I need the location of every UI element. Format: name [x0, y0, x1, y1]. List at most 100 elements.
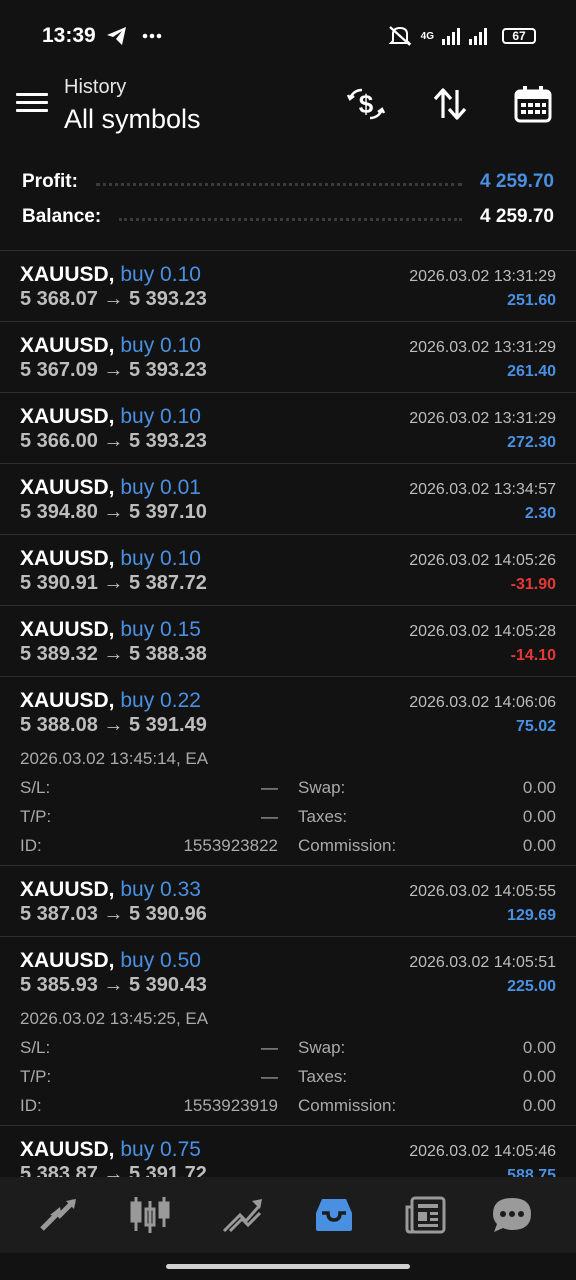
battery-icon: 67	[502, 28, 536, 44]
deal-profit: 2.30	[524, 505, 556, 522]
deal-title: XAUUSD, buy 0.33	[20, 878, 201, 902]
deal-row[interactable]: XAUUSD, buy 0.15 5 389.32 → 5 388.38 2026.…	[0, 605, 576, 676]
telegram-icon	[107, 27, 126, 45]
deal-title: XAUUSD, buy 0.75	[20, 1138, 201, 1162]
detail-value: 0.00	[522, 836, 556, 855]
deal-row[interactable]: XAUUSD, buy 0.10 5 366.00 → 5 393.23 2026.…	[0, 392, 576, 463]
detail-value: —	[261, 1038, 278, 1057]
detail-value: 0.00	[522, 778, 556, 797]
chart-candles-icon[interactable]	[128, 1195, 172, 1235]
deal-prices: 5 368.07 → 5 393.23	[20, 288, 207, 310]
deal-side: buy 0.50	[120, 949, 201, 972]
balance-value: 4 259.70	[480, 206, 554, 227]
calendar-icon[interactable]	[513, 84, 553, 124]
trade-icon[interactable]	[220, 1195, 264, 1235]
deal-symbol: XAUUSD,	[20, 949, 115, 972]
deal-prices: 5 390.91 → 5 387.72	[20, 572, 207, 594]
more-dots-icon	[142, 33, 162, 39]
deal-prices: 5 385.93 → 5 390.43	[20, 974, 207, 996]
signal-icon	[442, 28, 487, 45]
deal-time: 2026.03.02 13:31:29	[409, 339, 556, 356]
deal-side: buy 0.01	[120, 476, 201, 499]
deal-symbol: XAUUSD,	[20, 405, 115, 428]
deal-prices: 5 389.32 → 5 388.38	[20, 643, 207, 665]
menu-button[interactable]	[16, 90, 48, 118]
status-bar: 13:39 4G 67	[0, 0, 576, 70]
deal-time: 2026.03.02 14:06:06	[409, 694, 556, 711]
home-indicator[interactable]	[166, 1264, 410, 1269]
deal-row[interactable]: XAUUSD, buy 0.50 5 385.93 → 5 390.43 2026.…	[0, 936, 576, 1125]
deal-symbol: XAUUSD,	[20, 547, 115, 570]
muted-icon	[388, 26, 412, 46]
deal-profit: 251.60	[507, 292, 556, 309]
balance-row: Balance: 4 259.70	[22, 203, 554, 231]
deal-title: XAUUSD, buy 0.15	[20, 618, 201, 642]
deal-row[interactable]: XAUUSD, buy 0.10 5 368.07 → 5 393.23 2026.…	[0, 250, 576, 321]
deal-open-time: 2026.03.02 13:45:14, EA	[20, 749, 209, 768]
profit-value: 4 259.70	[480, 171, 554, 192]
profit-label: Profit:	[22, 171, 78, 192]
deal-title: XAUUSD, buy 0.01	[20, 476, 201, 500]
deal-details: 2026.03.02 13:45:25, EA S/L: — Swap: 0.00 T/P…	[20, 1009, 556, 1119]
deal-row[interactable]: XAUUSD, buy 0.33 5 387.03 → 5 390.96 2026.…	[0, 865, 576, 936]
deals-list: XAUUSD, buy 0.10 5 368.07 → 5 393.23 2026.…	[0, 250, 576, 1196]
detail-row-sl: S/L: — Swap: 0.00	[20, 778, 556, 800]
detail-value: —	[261, 1067, 278, 1086]
deal-prices: 5 388.08 → 5 391.49	[20, 714, 207, 736]
detail-value: 0.00	[522, 1038, 556, 1057]
detail-row-tp: T/P: — Taxes: 0.00	[20, 1067, 556, 1089]
deal-time: 2026.03.02 13:34:57	[409, 481, 556, 498]
deal-row[interactable]: XAUUSD, buy 0.01 5 394.80 → 5 397.10 2026.…	[0, 463, 576, 534]
detail-value: —	[261, 807, 278, 826]
deal-symbol: XAUUSD,	[20, 618, 115, 641]
deal-profit: 261.40	[507, 363, 556, 380]
currency-exchange-icon[interactable]: $	[346, 84, 386, 124]
detail-label: ID:	[20, 1096, 42, 1115]
deal-time: 2026.03.02 14:05:55	[409, 883, 556, 900]
deal-symbol: XAUUSD,	[20, 334, 115, 357]
deal-prices: 5 366.00 → 5 393.23	[20, 430, 207, 452]
chat-icon[interactable]	[490, 1195, 534, 1235]
detail-label: Swap:	[298, 778, 346, 797]
deal-profit: 129.69	[507, 907, 556, 924]
deal-prices: 5 394.80 → 5 397.10	[20, 501, 207, 523]
deal-time: 2026.03.02 14:05:51	[409, 954, 556, 971]
deal-time: 2026.03.02 14:05:26	[409, 552, 556, 569]
deal-side: buy 0.10	[120, 263, 201, 286]
detail-value: 0.00	[522, 1096, 556, 1115]
quotes-icon[interactable]	[36, 1195, 80, 1235]
deal-title: XAUUSD, buy 0.10	[20, 405, 201, 429]
deal-time: 2026.03.02 14:05:46	[409, 1143, 556, 1160]
deal-row[interactable]: XAUUSD, buy 0.10 5 390.91 → 5 387.72 2026.…	[0, 534, 576, 605]
detail-label: ID:	[20, 836, 42, 855]
deal-profit: -14.10	[510, 647, 556, 664]
detail-value: —	[261, 778, 278, 797]
detail-value: 0.00	[522, 807, 556, 826]
deal-side: buy 0.10	[120, 547, 201, 570]
deal-symbol: XAUUSD,	[20, 476, 115, 499]
deal-profit: 75.02	[515, 718, 556, 735]
deal-row[interactable]: XAUUSD, buy 0.10 5 367.09 → 5 393.23 2026.…	[0, 321, 576, 392]
detail-value: 1553923822	[183, 836, 278, 855]
status-time: 13:39	[42, 24, 96, 47]
deal-side: buy 0.33	[120, 878, 201, 901]
deal-title: XAUUSD, buy 0.10	[20, 334, 201, 358]
news-icon[interactable]	[404, 1195, 448, 1235]
svg-text:$: $	[359, 89, 374, 119]
network-type: 4G	[420, 30, 434, 42]
account-summary: Profit: 4 259.70 Balance: 4 259.70	[0, 160, 576, 250]
detail-row-tp: T/P: — Taxes: 0.00	[20, 807, 556, 829]
page-subtitle: History	[64, 76, 127, 98]
deal-row[interactable]: XAUUSD, buy 0.22 5 388.08 → 5 391.49 2026.…	[0, 676, 576, 865]
deal-side: buy 0.10	[120, 405, 201, 428]
sort-icon[interactable]	[430, 84, 470, 124]
deal-profit: 272.30	[507, 434, 556, 451]
symbol-filter[interactable]: All symbols	[64, 104, 201, 135]
deal-time: 2026.03.02 13:31:29	[409, 268, 556, 285]
history-icon[interactable]	[312, 1195, 356, 1235]
deal-profit: -31.90	[510, 576, 556, 593]
deal-title: XAUUSD, buy 0.10	[20, 263, 201, 287]
bottom-navigation	[0, 1177, 576, 1253]
detail-label: T/P:	[20, 807, 52, 826]
detail-label: T/P:	[20, 1067, 52, 1086]
